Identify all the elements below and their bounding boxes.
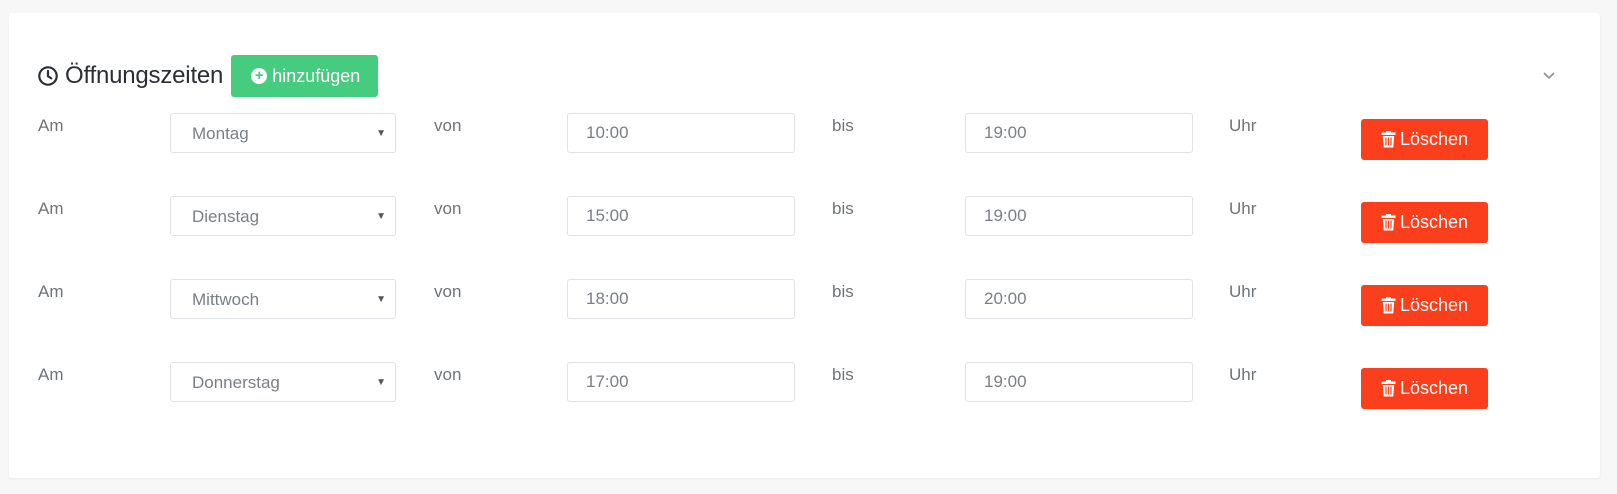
from-time-input[interactable] — [567, 113, 795, 153]
trash-icon — [1381, 214, 1396, 231]
trash-icon — [1381, 297, 1396, 314]
from-time-input[interactable] — [567, 279, 795, 319]
hours-row: Am Dienstag ▼ von bis Uhr Löschen — [9, 196, 1617, 243]
bis-label: bis — [832, 199, 854, 218]
caret-down-icon: ▼ — [376, 128, 386, 139]
von-label: von — [434, 282, 462, 301]
caret-down-icon: ▼ — [376, 294, 386, 305]
plus-circle-icon: + — [251, 68, 268, 84]
caret-down-icon: ▼ — [376, 211, 386, 222]
caret-down-icon: ▼ — [376, 377, 386, 388]
day-select-value: Donnerstag — [192, 373, 280, 392]
am-label: Am — [38, 116, 64, 135]
von-label: von — [434, 365, 462, 384]
day-select[interactable]: Dienstag ▼ — [170, 196, 396, 236]
uhr-label: Uhr — [1229, 365, 1257, 384]
add-button-label: hinzufügen — [272, 65, 361, 86]
to-time-input[interactable] — [965, 362, 1193, 402]
bis-label: bis — [832, 116, 854, 135]
delete-button[interactable]: Löschen — [1361, 202, 1488, 243]
von-label: von — [434, 199, 462, 218]
day-select-value: Dienstag — [192, 207, 260, 226]
bis-label: bis — [832, 282, 854, 301]
opening-hours-card: Öffnungszeiten + hinzufügen Am Montag ▼ … — [9, 13, 1600, 478]
delete-button[interactable]: Löschen — [1361, 285, 1488, 326]
uhr-label: Uhr — [1229, 282, 1257, 301]
day-select[interactable]: Montag ▼ — [170, 113, 396, 153]
delete-button-label: Löschen — [1399, 378, 1469, 398]
am-label: Am — [38, 365, 64, 384]
bis-label: bis — [832, 365, 854, 384]
day-select-value: Montag — [192, 124, 249, 143]
from-time-input[interactable] — [567, 362, 795, 402]
delete-button-label: Löschen — [1399, 212, 1469, 232]
trash-icon — [1381, 380, 1396, 397]
delete-button-label: Löschen — [1399, 129, 1469, 149]
trash-icon — [1381, 131, 1396, 148]
day-select[interactable]: Mittwoch ▼ — [170, 279, 396, 319]
delete-button-label: Löschen — [1399, 295, 1469, 315]
hours-row: Am Montag ▼ von bis Uhr Löschen — [9, 113, 1617, 160]
clock-icon — [38, 66, 58, 86]
to-time-input[interactable] — [965, 196, 1193, 236]
section-header: Öffnungszeiten + hinzufügen — [37, 55, 379, 97]
section-title: Öffnungszeiten — [65, 62, 224, 89]
hours-row: Am Mittwoch ▼ von bis Uhr Löschen — [9, 279, 1617, 326]
am-label: Am — [38, 282, 64, 301]
uhr-label: Uhr — [1229, 199, 1257, 218]
uhr-label: Uhr — [1229, 116, 1257, 135]
hours-row: Am Donnerstag ▼ von bis Uhr Löschen — [9, 362, 1617, 409]
from-time-input[interactable] — [567, 196, 795, 236]
von-label: von — [434, 116, 462, 135]
chevron-down-icon[interactable] — [1539, 65, 1559, 85]
delete-button[interactable]: Löschen — [1361, 368, 1488, 409]
day-select[interactable]: Donnerstag ▼ — [170, 362, 396, 402]
delete-button[interactable]: Löschen — [1361, 119, 1488, 160]
am-label: Am — [38, 199, 64, 218]
day-select-value: Mittwoch — [192, 290, 260, 309]
to-time-input[interactable] — [965, 279, 1193, 319]
to-time-input[interactable] — [965, 113, 1193, 153]
add-button[interactable]: + hinzufügen — [231, 55, 379, 97]
